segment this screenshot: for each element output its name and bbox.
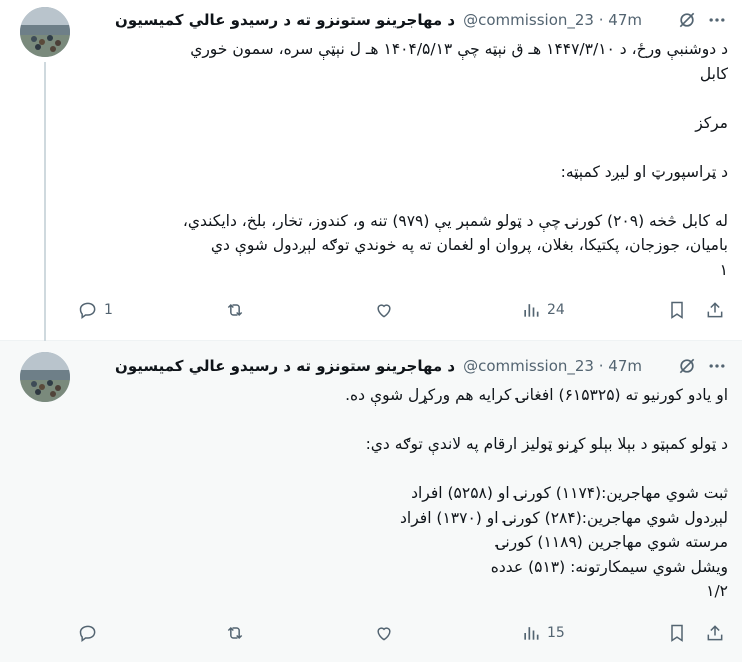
tweet-text: د دوشنبې ورځ، د ۱۴۴۷/۳/۱۰ هـ ق نېټه چې ۱… [182, 40, 728, 279]
share-button[interactable] [705, 300, 725, 320]
avatar[interactable] [20, 352, 70, 402]
like-button[interactable] [374, 300, 394, 320]
view-count: 24 [547, 302, 565, 318]
views-icon [524, 627, 539, 640]
reply-count: 1 [104, 302, 113, 318]
avatar[interactable] [20, 7, 70, 57]
tweet-header: د مهاجرینو ستونزو ته د رسیدو عالي کمیسیو… [115, 8, 728, 32]
reply-icon [79, 625, 96, 642]
reply-button[interactable] [78, 623, 104, 643]
views-button[interactable]: 24 [521, 300, 565, 320]
tweet-text: او یادو کورنیو ته (۶۱۵۳۲۵) افغانۍ کرایه … [345, 386, 728, 600]
author-name[interactable]: د مهاجرینو ستونزو ته د رسیدو عالي کمیسیو… [115, 357, 455, 375]
bookmark-icon [671, 301, 683, 319]
share-icon [707, 302, 723, 318]
more-icon[interactable] [706, 355, 728, 377]
bookmark-button[interactable] [667, 300, 687, 320]
more-icon[interactable] [706, 9, 728, 31]
views-icon [524, 304, 539, 317]
share-icon [707, 625, 723, 641]
thread-line [44, 62, 46, 343]
action-bar: 15 [78, 623, 728, 647]
timestamp[interactable]: 47m [608, 357, 642, 375]
author-handle[interactable]: @commission_23 · 47m [463, 357, 642, 375]
action-bar: 1 24 [78, 300, 728, 324]
like-icon [377, 627, 391, 641]
tweet[interactable]: د مهاجرینو ستونزو ته د رسیدو عالي کمیسیو… [0, 341, 742, 662]
bookmark-button[interactable] [667, 623, 687, 643]
tweet-header: د مهاجرینو ستونزو ته د رسیدو عالي کمیسیو… [115, 354, 728, 378]
like-icon [377, 304, 391, 318]
views-button[interactable]: 15 [521, 623, 565, 643]
reply-button[interactable]: 1 [78, 300, 113, 320]
share-button[interactable] [705, 623, 725, 643]
repost-button[interactable] [225, 300, 245, 320]
reply-icon [79, 302, 96, 319]
repost-icon [227, 303, 243, 317]
view-count: 15 [547, 625, 565, 641]
bookmark-icon [671, 624, 683, 642]
repost-icon [227, 626, 243, 640]
grok-icon[interactable] [676, 355, 698, 377]
grok-icon[interactable] [676, 9, 698, 31]
timestamp[interactable]: 47m [608, 11, 642, 29]
repost-button[interactable] [225, 623, 245, 643]
tweet[interactable]: د مهاجرینو ستونزو ته د رسیدو عالي کمیسیو… [0, 0, 742, 343]
like-button[interactable] [374, 623, 394, 643]
author-name[interactable]: د مهاجرینو ستونزو ته د رسیدو عالي کمیسیو… [115, 11, 455, 29]
author-handle[interactable]: @commission_23 · 47m [463, 11, 642, 29]
